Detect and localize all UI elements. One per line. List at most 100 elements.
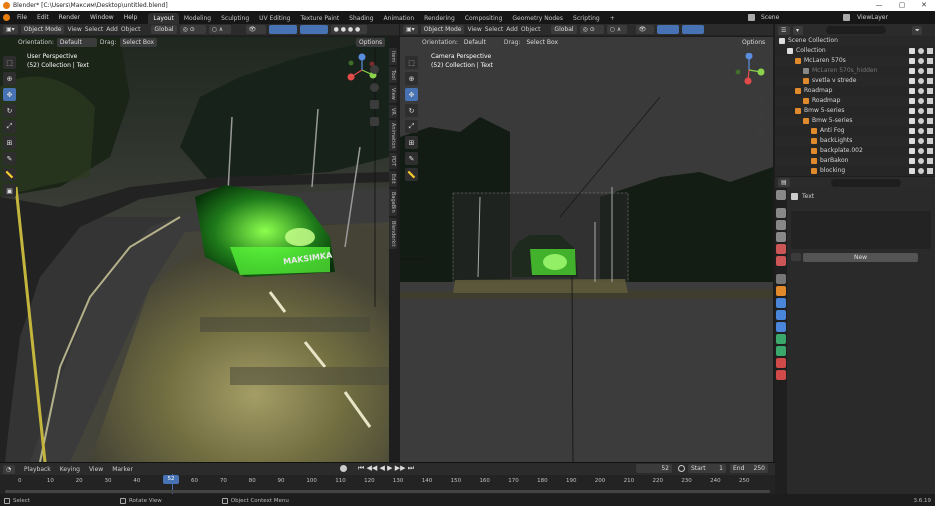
add-workspace-button[interactable]: + (605, 13, 620, 24)
constraints-tab-icon[interactable] (776, 334, 786, 344)
world-tab-icon[interactable] (776, 256, 786, 266)
right-pivot-snap-group[interactable]: ◎ ⊙ (579, 25, 604, 34)
outliner-row[interactable]: Bmw 5-series (775, 116, 935, 126)
eye-icon[interactable] (918, 98, 924, 104)
tab-shading[interactable]: Shading (344, 13, 378, 24)
eye-icon[interactable] (918, 168, 924, 174)
tab-geometry-nodes[interactable]: Geometry Nodes (507, 13, 568, 24)
playhead-frame-label[interactable]: 52 (163, 475, 179, 484)
npanel-tab-view[interactable]: View (389, 85, 397, 103)
render-camera-icon[interactable] (927, 128, 933, 134)
maximize-button[interactable]: ▢ (891, 0, 913, 11)
data-tab-icon[interactable] (776, 346, 786, 356)
render-camera-icon[interactable] (927, 58, 933, 64)
right-drag-dropdown[interactable]: Select Box (523, 38, 562, 47)
left-visibility-toggle[interactable]: 👁 (245, 25, 266, 34)
annotate-tool-icon[interactable]: ✎ (3, 152, 16, 165)
left-proportional-edit[interactable]: ○ ∧ (208, 25, 231, 34)
exclude-checkbox[interactable] (909, 158, 915, 164)
render-tab-icon[interactable] (776, 208, 786, 218)
view-layer-icon[interactable] (843, 14, 850, 21)
right-editor-type-button[interactable]: ▣▾ (403, 25, 418, 34)
render-camera-icon[interactable] (927, 118, 933, 124)
outliner-row[interactable]: backLights (775, 136, 935, 146)
right-transform-orientation[interactable]: Global (551, 25, 577, 34)
rotate-tool-icon[interactable]: ↻ (3, 104, 16, 117)
timeline-menu-view[interactable]: View (89, 466, 103, 473)
outliner-row[interactable]: barBakon (775, 156, 935, 166)
npanel-tab-tool[interactable]: Tool (389, 67, 397, 84)
modifier-tab-icon[interactable] (776, 298, 786, 308)
right-transform-tool-icon[interactable]: ⊞ (405, 136, 418, 149)
material-slot-list[interactable] (791, 211, 931, 249)
outliner-row[interactable]: svetla v strede (775, 76, 935, 86)
render-camera-icon[interactable] (927, 78, 933, 84)
outliner-editor-icon[interactable]: ☰ (778, 25, 790, 35)
right-orientation-dropdown[interactable]: Default (460, 38, 501, 47)
left-3d-viewport[interactable]: MAKSIMKA User Perspective (52) Collectio… (0, 37, 389, 462)
exclude-checkbox[interactable] (909, 148, 915, 154)
left-zoom-icon[interactable] (370, 65, 379, 74)
object-tab-icon[interactable] (776, 286, 786, 296)
tab-scripting[interactable]: Scripting (568, 13, 605, 24)
eye-icon[interactable] (918, 88, 924, 94)
right-options-button[interactable]: Options (739, 38, 769, 47)
outliner-row[interactable]: Anti Fog (775, 126, 935, 136)
exclude-checkbox[interactable] (909, 168, 915, 174)
left-transform-orientation[interactable]: Global (151, 25, 177, 34)
exclude-checkbox[interactable] (909, 68, 915, 74)
right-pan-icon[interactable] (757, 112, 766, 121)
outliner-row[interactable]: Bmw 5-series (775, 106, 935, 116)
right-visibility-toggle[interactable]: 👁 (635, 25, 654, 34)
move-tool-icon[interactable]: ✥ (3, 88, 16, 101)
npanel-tab-pdt[interactable]: PDT (389, 153, 397, 170)
exclude-checkbox[interactable] (909, 48, 915, 54)
tool-tab-icon[interactable] (776, 190, 786, 200)
eye-icon[interactable] (918, 108, 924, 114)
left-shading-modes[interactable]: ● ● ● ● (330, 25, 367, 34)
eye-icon[interactable] (918, 158, 924, 164)
render-camera-icon[interactable] (927, 68, 933, 74)
material-tab-icon[interactable] (776, 358, 786, 368)
menu-file[interactable]: File (12, 11, 32, 24)
scene-tab-icon[interactable] (776, 244, 786, 254)
right-overlay-toggle[interactable] (681, 25, 704, 34)
exclude-checkbox[interactable] (909, 78, 915, 84)
record-icon[interactable] (340, 465, 347, 472)
tab-compositing[interactable]: Compositing (460, 13, 508, 24)
view-layer-selector[interactable]: ViewLayer (857, 11, 888, 24)
eye-icon[interactable] (918, 128, 924, 134)
texture-tab-icon[interactable] (776, 370, 786, 380)
material-browse-icon[interactable] (791, 253, 801, 261)
left-menu-select[interactable]: Select (85, 26, 104, 33)
render-camera-icon[interactable] (927, 88, 933, 94)
right-menu-select[interactable]: Select (485, 26, 504, 33)
right-mode-selector[interactable]: Object Mode (420, 25, 465, 34)
particles-tab-icon[interactable] (776, 310, 786, 320)
tab-uv-editing[interactable]: UV Editing (254, 13, 295, 24)
menu-help[interactable]: Help (119, 11, 143, 24)
timeline-menu-playback[interactable]: Playback (24, 466, 51, 473)
eye-icon[interactable] (918, 48, 924, 54)
outliner-row[interactable]: Scene Collection (775, 36, 935, 46)
scale-tool-icon[interactable]: ⤢ (3, 120, 16, 133)
start-frame-field[interactable]: Start 1 (688, 464, 726, 473)
playback-controls[interactable]: ⏮ ◀◀ ◀ ▶ ▶▶ ⏭ (358, 464, 414, 473)
render-camera-icon[interactable] (927, 108, 933, 114)
right-3d-viewport[interactable]: Camera Perspective (52) Collection | Tex… (400, 37, 773, 462)
collection-tab-icon[interactable] (776, 274, 786, 284)
tab-layout[interactable]: Layout (148, 12, 179, 24)
eye-icon[interactable] (918, 148, 924, 154)
left-gizmo-toggle[interactable] (268, 25, 297, 34)
exclude-checkbox[interactable] (909, 128, 915, 134)
end-frame-field[interactable]: End 250 (730, 464, 768, 473)
right-scale-tool-icon[interactable]: ⤢ (405, 120, 418, 133)
render-camera-icon[interactable] (927, 158, 933, 164)
right-camera-view-icon[interactable] (757, 127, 766, 136)
left-pivot-snap-group[interactable]: ◎ ⊙ (179, 25, 206, 34)
right-menu-object[interactable]: Object (521, 26, 541, 33)
left-options-button[interactable]: Options (356, 38, 386, 47)
select-box-tool-icon[interactable]: ⬚ (3, 56, 16, 69)
left-drag-dropdown[interactable]: Select Box (119, 38, 158, 47)
right-zoom-icon[interactable] (757, 97, 766, 106)
